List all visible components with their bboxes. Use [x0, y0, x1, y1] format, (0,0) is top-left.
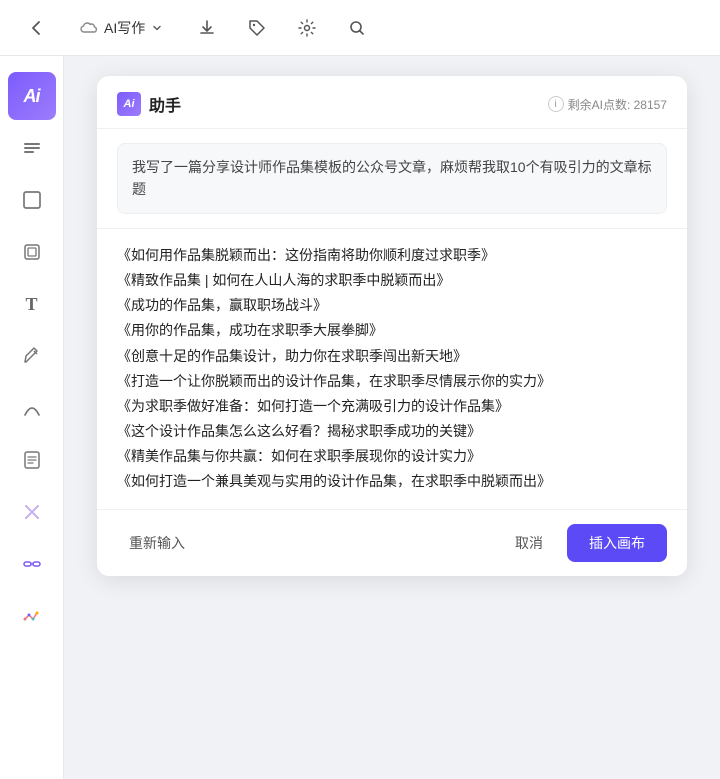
ai-title-logo: Ai [117, 92, 141, 116]
sidebar-item-palette[interactable] [8, 592, 56, 640]
info-icon: i [548, 96, 564, 112]
result-item-4[interactable]: 《创意十足的作品集设计，助力你在求职季闯出新天地》 [117, 344, 667, 369]
input-area: 我写了一篇分享设计师作品集模板的公众号文章，麻烦帮我取10个有吸引力的文章标题 [97, 129, 687, 229]
result-item-5[interactable]: 《打造一个让你脱颖而出的设计作品集，在求职季尽情展示你的实力》 [117, 369, 667, 394]
result-item-9[interactable]: 《如何打造一个兼具美观与实用的设计作品集，在求职季中脱颖而出》 [117, 469, 667, 494]
points-text: 剩余AI点数: 28157 [568, 96, 667, 113]
result-item-2[interactable]: 《成功的作品集，赢取职场战斗》 [117, 293, 667, 318]
sidebar-item-curve[interactable] [8, 384, 56, 432]
dialog-title: Ai 助手 [117, 92, 181, 116]
ai-assistant-dialog: Ai 助手 i 剩余AI点数: 28157 我写了一篇分享设计师作品集模板的公众… [97, 76, 687, 576]
sidebar-item-frame[interactable] [8, 176, 56, 224]
settings-button[interactable] [291, 12, 323, 44]
sidebar-item-layers[interactable] [8, 228, 56, 276]
sidebar-item-pen[interactable] [8, 332, 56, 380]
cancel-button[interactable]: 取消 [499, 525, 559, 561]
search-button[interactable] [341, 12, 373, 44]
result-item-3[interactable]: 《用你的作品集，成功在求职季大展拳脚》 [117, 318, 667, 343]
ai-writing-label: AI写作 [104, 18, 145, 38]
result-item-8[interactable]: 《精美作品集与你共赢：如何在求职季展现你的设计实力》 [117, 444, 667, 469]
ai-points: i 剩余AI点数: 28157 [548, 96, 667, 113]
chevron-down-icon [151, 22, 163, 34]
sidebar-item-lines[interactable] [8, 124, 56, 172]
results-area: 《如何用作品集脱颖而出：这份指南将助你顺利度过求职季》《精致作品集 | 如何在人… [97, 229, 687, 509]
input-text: 我写了一篇分享设计师作品集模板的公众号文章，麻烦帮我取10个有吸引力的文章标题 [117, 143, 667, 214]
ai-writing-button[interactable]: AI写作 [70, 13, 173, 43]
insert-canvas-button[interactable]: 插入画布 [567, 524, 667, 562]
tag-button[interactable] [241, 12, 273, 44]
sidebar-item-text[interactable]: T [8, 280, 56, 328]
result-item-0[interactable]: 《如何用作品集脱颖而出：这份指南将助你顺利度过求职季》 [117, 243, 667, 268]
reinput-button[interactable]: 重新输入 [117, 525, 197, 561]
main-area: Ai T [0, 56, 720, 779]
sidebar-item-note[interactable] [8, 436, 56, 484]
toolbar: AI写作 [0, 0, 720, 56]
dialog-footer: 重新输入 取消 插入画布 [97, 509, 687, 576]
cloud-icon [80, 21, 98, 35]
result-item-6[interactable]: 《为求职季做好准备：如何打造一个充满吸引力的设计作品集》 [117, 394, 667, 419]
back-button[interactable] [20, 12, 52, 44]
dialog-title-text: 助手 [149, 92, 181, 116]
download-button[interactable] [191, 12, 223, 44]
sidebar-item-plugin[interactable] [8, 488, 56, 536]
sidebar-item-ai[interactable]: Ai [8, 72, 56, 120]
result-item-7[interactable]: 《这个设计作品集怎么这么好看？揭秘求职季成功的关键》 [117, 419, 667, 444]
content-area: Ai 助手 i 剩余AI点数: 28157 我写了一篇分享设计师作品集模板的公众… [64, 56, 720, 779]
sidebar-item-link[interactable] [8, 540, 56, 588]
result-item-1[interactable]: 《精致作品集 | 如何在人山人海的求职季中脱颖而出》 [117, 268, 667, 293]
dialog-header: Ai 助手 i 剩余AI点数: 28157 [97, 76, 687, 129]
sidebar: Ai T [0, 56, 64, 779]
